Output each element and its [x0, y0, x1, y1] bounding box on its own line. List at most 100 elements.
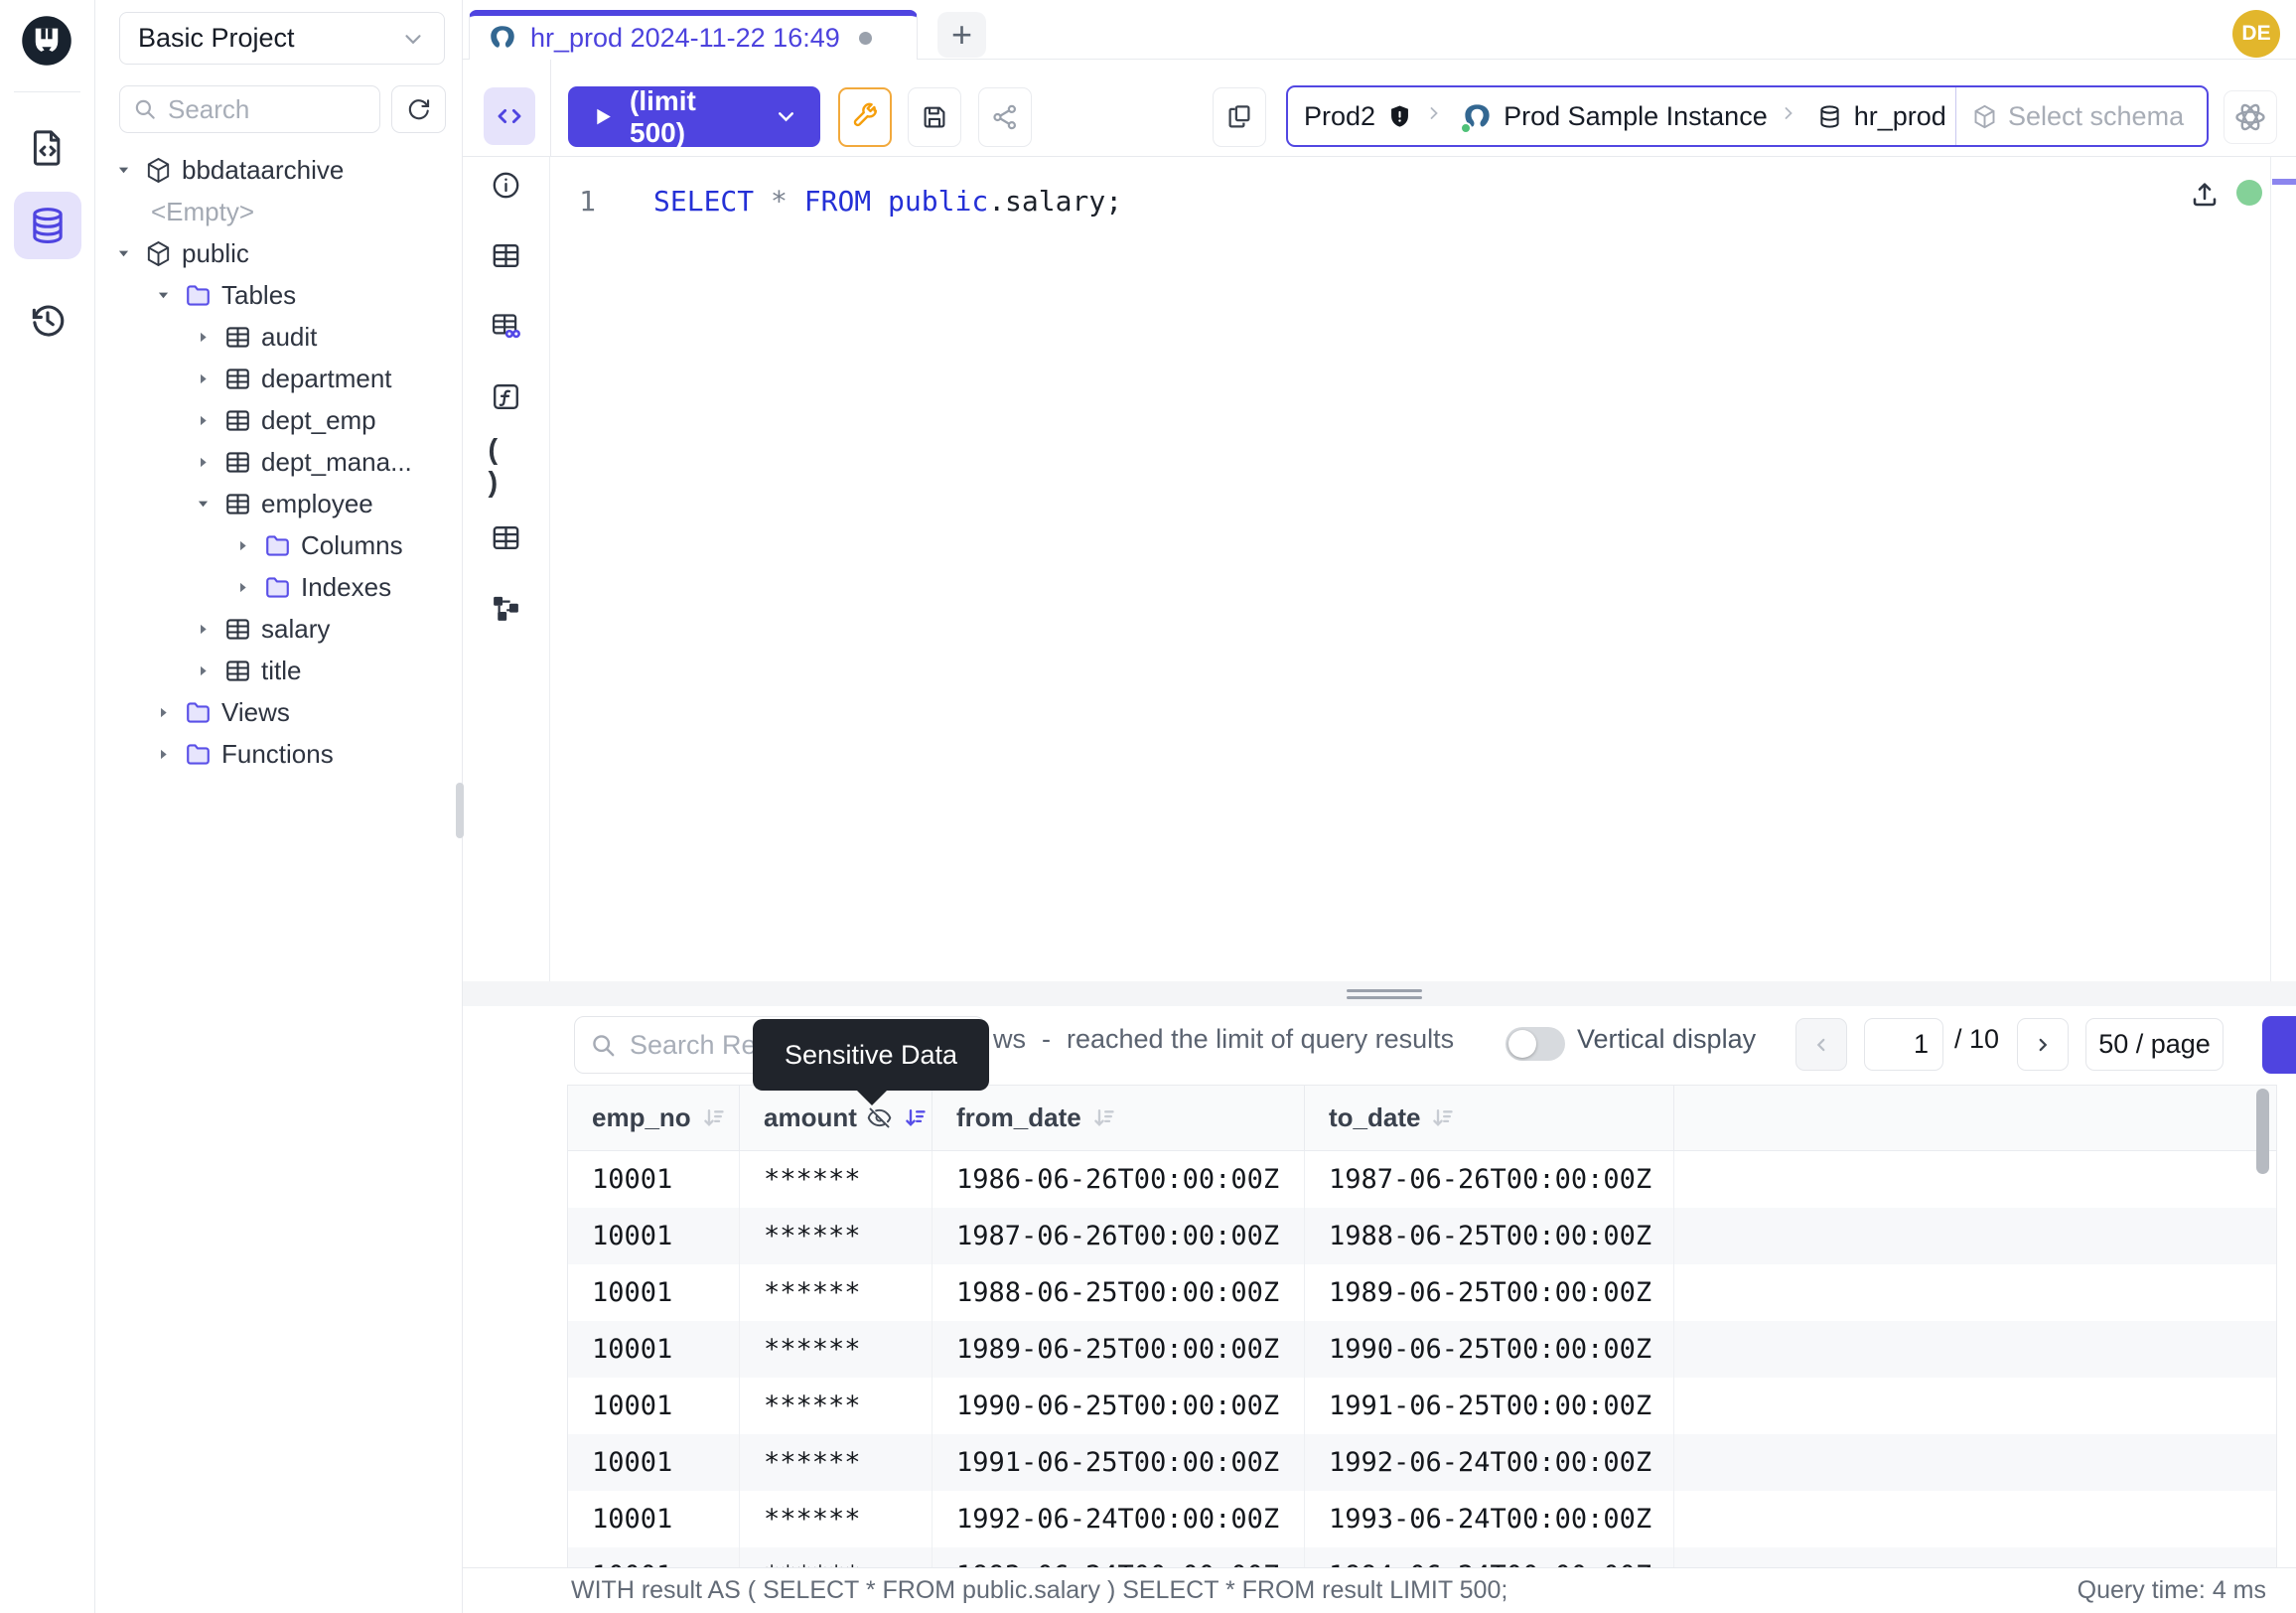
sort-icon[interactable] [902, 1104, 929, 1131]
table-cell[interactable]: 1993-06-24T00:00:00Z [1305, 1491, 1674, 1547]
caret-down-icon[interactable] [151, 283, 175, 307]
sql-editor[interactable]: ( ) 1 SELECT * FROM public.salary; [463, 157, 2296, 981]
sidebar-item-database[interactable] [14, 192, 81, 259]
table-cell[interactable] [1674, 1491, 2277, 1547]
sidebar-search-input[interactable] [168, 94, 367, 125]
table-cell[interactable]: ****** [740, 1378, 933, 1434]
table-cell[interactable]: ****** [740, 1491, 933, 1547]
column-header-emp_no[interactable]: emp_no [568, 1086, 740, 1150]
table-cell[interactable]: 10001 [568, 1547, 740, 1567]
caret-right-icon[interactable] [230, 533, 254, 557]
table-cell[interactable]: ****** [740, 1264, 933, 1321]
table-cell[interactable]: 1988-06-25T00:00:00Z [1305, 1208, 1674, 1264]
select-schema-button[interactable]: Select schema [1955, 87, 2207, 145]
tree-item-salary[interactable]: salary [95, 608, 454, 650]
info-button[interactable] [489, 167, 524, 203]
tree-item-columns[interactable]: Columns [95, 524, 454, 566]
table-cell[interactable]: 10001 [568, 1208, 740, 1264]
table-cell[interactable] [1674, 1321, 2277, 1378]
table-scrollbar[interactable] [2256, 1089, 2269, 1174]
table-cell[interactable]: 1990-06-25T00:00:00Z [933, 1378, 1305, 1434]
tables-button[interactable] [489, 237, 524, 273]
table-cell[interactable]: 10001 [568, 1491, 740, 1547]
tree-item-functions[interactable]: Functions [95, 733, 454, 775]
table-cell[interactable]: 1992-06-24T00:00:00Z [1305, 1434, 1674, 1491]
run-query-button[interactable]: (limit 500) [568, 86, 820, 147]
caret-right-icon[interactable] [191, 617, 215, 641]
tree-item-audit[interactable]: audit [95, 316, 454, 358]
tree-item-views[interactable]: Views [95, 691, 454, 733]
column-header-to_date[interactable]: to_date [1305, 1086, 1674, 1150]
sensitive-data-button[interactable] [489, 308, 524, 344]
caret-right-icon[interactable] [191, 450, 215, 474]
table-cell[interactable]: 10001 [568, 1378, 740, 1434]
table-cell[interactable]: 1992-06-24T00:00:00Z [933, 1491, 1305, 1547]
table-cell[interactable]: 1989-06-25T00:00:00Z [933, 1321, 1305, 1378]
refresh-button[interactable] [391, 85, 446, 133]
chevron-down-icon[interactable] [774, 104, 798, 129]
table-cell[interactable]: 10001 [568, 1434, 740, 1491]
table-cell[interactable]: 10001 [568, 1151, 740, 1208]
caret-down-icon[interactable] [111, 241, 135, 265]
table-cell[interactable]: 1990-06-25T00:00:00Z [1305, 1321, 1674, 1378]
table-cell[interactable]: 10001 [568, 1264, 740, 1321]
table-cell[interactable]: ****** [740, 1151, 933, 1208]
table-cell[interactable]: ****** [740, 1547, 933, 1567]
page-number-field[interactable] [1864, 1018, 1943, 1071]
table-cell[interactable]: 10001 [568, 1321, 740, 1378]
tree-item-tables[interactable]: Tables [95, 274, 454, 316]
tree-item-bbdataarchive[interactable]: bbdataarchive [95, 149, 454, 191]
sidebar-search[interactable] [119, 85, 380, 133]
project-select[interactable]: Basic Project [119, 12, 445, 65]
sidebar-resize-handle[interactable] [456, 783, 464, 838]
sidebar-item-history[interactable] [14, 286, 81, 354]
sort-icon[interactable] [700, 1104, 727, 1131]
tree-item-department[interactable]: department [95, 358, 454, 399]
eye-off-icon[interactable] [866, 1104, 893, 1131]
caret-right-icon[interactable] [230, 575, 254, 599]
schema-diagram-button[interactable] [489, 590, 524, 626]
next-page-button[interactable] [2017, 1018, 2069, 1071]
table-cell[interactable] [1674, 1151, 2277, 1208]
code-line[interactable]: 1 SELECT * FROM public.salary; [550, 157, 2266, 222]
procedures-button[interactable]: ( ) [489, 449, 524, 485]
upload-icon[interactable] [2189, 179, 2221, 211]
table-cell[interactable] [1674, 1208, 2277, 1264]
tree-item-empty[interactable]: <Empty> [95, 191, 454, 232]
tree-item-dept-mana[interactable]: dept_mana... [95, 441, 454, 483]
table-cell[interactable]: 1989-06-25T00:00:00Z [1305, 1264, 1674, 1321]
table-cell[interactable] [1674, 1264, 2277, 1321]
caret-right-icon[interactable] [151, 742, 175, 766]
admin-wrench-button[interactable] [838, 87, 892, 147]
caret-right-icon[interactable] [191, 659, 215, 682]
new-tab-button[interactable]: + [937, 12, 986, 58]
prev-page-button[interactable] [1795, 1018, 1847, 1071]
export-button[interactable] [2262, 1016, 2296, 1074]
ai-assistant-button[interactable] [2224, 90, 2277, 144]
table-cell[interactable]: 1993-06-24T00:00:00Z [933, 1547, 1305, 1567]
caret-down-icon[interactable] [111, 158, 135, 182]
table-cell[interactable]: 1988-06-25T00:00:00Z [933, 1264, 1305, 1321]
table-cell[interactable]: 1991-06-25T00:00:00Z [933, 1434, 1305, 1491]
table-cell[interactable]: 1994-06-24T00:00:00Z [1305, 1547, 1674, 1567]
tree-item-title[interactable]: title [95, 650, 454, 691]
panel-resize-handle[interactable] [463, 981, 2296, 1006]
environment-label[interactable]: Prod2 [1304, 101, 1375, 132]
tab-hr-prod[interactable]: hr_prod 2024-11-22 16:49 [469, 10, 918, 60]
avatar[interactable]: DE [2232, 10, 2280, 58]
tree-item-dept-emp[interactable]: dept_emp [95, 399, 454, 441]
sort-icon[interactable] [1429, 1104, 1456, 1131]
table-cell[interactable]: ****** [740, 1321, 933, 1378]
tree-item-indexes[interactable]: Indexes [95, 566, 454, 608]
caret-down-icon[interactable] [191, 492, 215, 515]
tree-item-public[interactable]: public [95, 232, 454, 274]
sidebar-item-worksheet[interactable] [14, 114, 81, 182]
table-cell[interactable]: 1987-06-26T00:00:00Z [1305, 1151, 1674, 1208]
page-size-select[interactable]: 50 / page [2085, 1018, 2224, 1071]
save-button[interactable] [908, 87, 961, 147]
breadcrumb[interactable]: Prod2 Prod Sample Instance [1288, 87, 1955, 145]
caret-right-icon[interactable] [191, 367, 215, 390]
table-cell[interactable]: 1991-06-25T00:00:00Z [1305, 1378, 1674, 1434]
caret-right-icon[interactable] [191, 325, 215, 349]
table-cell[interactable]: 1986-06-26T00:00:00Z [933, 1151, 1305, 1208]
